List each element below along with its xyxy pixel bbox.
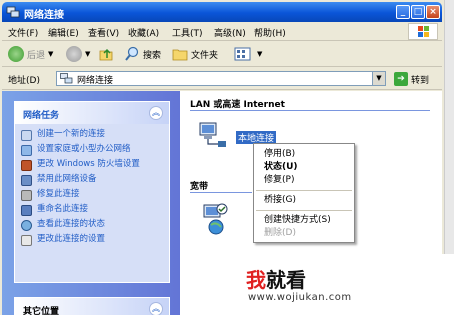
task-label: 查看此连接的状态	[37, 219, 106, 229]
menu-edit[interactable]: 编辑(E)	[48, 26, 79, 39]
menu-bar: 文件(F) 编辑(E) 查看(V) 收藏(A) 工具(T) 高级(N) 帮助(H…	[2, 22, 442, 41]
menu-item-disable[interactable]: 停用(B)	[254, 148, 354, 161]
watermark: 我就看 www.wojiukan.com	[246, 254, 454, 315]
task-repair-connection[interactable]: 修复此连接	[15, 187, 169, 202]
task-firewall-settings[interactable]: 更改 Windows 防火墙设置	[15, 157, 169, 172]
search-button[interactable]: 搜索	[124, 46, 161, 62]
up-folder-button[interactable]	[98, 46, 114, 62]
window-title: 网络连接	[24, 10, 64, 21]
context-menu: 停用(B) 状态(U) 修复(P) 桥接(G) 创建快捷方式(S) 删除(D)	[253, 143, 355, 243]
views-button[interactable]: ▼	[234, 46, 262, 62]
menu-item-repair[interactable]: 修复(P)	[254, 174, 354, 187]
up-folder-icon	[99, 48, 113, 61]
task-list: 创建一个新的连接 设置家庭或小型办公网络 更改 Windows 防火墙设置 禁用…	[15, 124, 169, 247]
menu-tools[interactable]: 工具(T)	[172, 26, 203, 39]
forward-button[interactable]: ▼	[66, 46, 90, 62]
close-button[interactable]: ×	[426, 5, 440, 19]
maximize-button[interactable]: □	[411, 5, 425, 19]
repair-wrench-icon	[21, 190, 32, 201]
search-icon	[125, 46, 139, 61]
menu-separator	[256, 210, 352, 211]
network-tasks-title: 网络任务	[23, 111, 60, 121]
task-label: 设置家庭或小型办公网络	[37, 144, 131, 154]
watermark-url: www.wojiukan.com	[248, 292, 352, 303]
back-button[interactable]: 后退 ▼	[8, 46, 53, 62]
task-label: 更改 Windows 防火墙设置	[37, 159, 140, 169]
group-broadband-heading: 宽带	[190, 182, 209, 192]
task-change-settings[interactable]: 更改此连接的设置	[15, 232, 169, 247]
group-divider	[190, 110, 430, 111]
address-input[interactable]: 网络连接 ▼	[56, 71, 386, 86]
back-label: 后退	[27, 50, 46, 61]
other-places-title: 其它位置	[23, 307, 60, 315]
broadband-connection-icon[interactable]	[200, 201, 234, 237]
windows-logo-icon	[408, 23, 438, 40]
task-disable-device[interactable]: 禁用此网络设备	[15, 172, 169, 187]
folders-button[interactable]: 文件夹	[172, 46, 218, 62]
collapse-chevron-icon[interactable]: ︽	[149, 302, 163, 315]
other-places-panel: 其它位置 ︽	[14, 297, 170, 315]
settings-icon	[21, 235, 32, 246]
watermark-brand-b: 就看	[266, 268, 306, 292]
menu-item-create-shortcut[interactable]: 创建快捷方式(S)	[254, 214, 354, 227]
menu-view[interactable]: 查看(V)	[88, 26, 119, 39]
menu-item-delete: 删除(D)	[264, 228, 296, 238]
menu-help[interactable]: 帮助(H)	[254, 26, 286, 39]
go-arrow-icon: ➔	[394, 72, 408, 86]
network-tasks-header[interactable]: 网络任务 ︽	[15, 102, 169, 124]
watermark-brand-a: 我	[246, 268, 266, 292]
menu-separator	[256, 190, 352, 191]
menu-file[interactable]: 文件(F)	[8, 26, 38, 39]
chevron-down-icon: ▼	[48, 50, 54, 58]
search-label: 搜索	[143, 50, 162, 61]
address-bar: 地址(D) 网络连接 ▼ ➔ 转到	[2, 68, 442, 90]
task-pane: 网络任务 ︽ 创建一个新的连接 设置家庭或小型办公网络 更改 Windows 防…	[2, 91, 180, 315]
address-label: 地址(D)	[8, 76, 40, 86]
chevron-down-icon: ▼	[85, 50, 91, 58]
address-value: 网络连接	[77, 76, 114, 86]
address-dropdown-button[interactable]: ▼	[372, 72, 385, 85]
explorer-window: 网络连接 _ □ × 文件(F) 编辑(E) 查看(V) 收藏(A) 工具(T)…	[0, 0, 454, 315]
task-label: 修复此连接	[37, 189, 80, 199]
minimize-button[interactable]: _	[396, 5, 410, 19]
task-create-connection[interactable]: 创建一个新的连接	[15, 127, 169, 142]
network-tasks-panel: 网络任务 ︽ 创建一个新的连接 设置家庭或小型办公网络 更改 Windows 防…	[14, 101, 170, 283]
go-label: 转到	[411, 75, 430, 86]
watermark-brand: 我就看	[246, 264, 306, 293]
chevron-down-icon: ▼	[257, 50, 263, 58]
group-divider	[190, 192, 252, 193]
home-network-icon	[21, 145, 32, 156]
task-view-status[interactable]: 查看此连接的状态	[15, 217, 169, 232]
folders-label: 文件夹	[191, 50, 219, 61]
group-lan-heading: LAN 或高速 Internet	[190, 100, 285, 110]
other-places-header[interactable]: 其它位置 ︽	[15, 298, 169, 315]
menu-item-status[interactable]: 状态(U)	[254, 161, 354, 174]
network-connections-icon	[6, 6, 20, 18]
local-connection-icon[interactable]	[198, 119, 228, 149]
menu-advanced[interactable]: 高级(N)	[214, 26, 246, 39]
disable-device-icon	[21, 175, 32, 186]
go-button[interactable]: ➔ 转到	[394, 72, 429, 86]
menu-item-bridge[interactable]: 桥接(G)	[254, 194, 354, 207]
back-arrow-icon	[8, 46, 24, 62]
task-label: 更改此连接的设置	[37, 234, 106, 244]
task-label: 创建一个新的连接	[37, 129, 106, 139]
views-icon	[234, 47, 251, 61]
menu-favorites[interactable]: 收藏(A)	[128, 26, 159, 39]
network-connections-icon	[60, 73, 73, 84]
task-setup-home-network[interactable]: 设置家庭或小型办公网络	[15, 142, 169, 157]
collapse-chevron-icon[interactable]: ︽	[149, 106, 163, 120]
forward-arrow-icon	[66, 46, 82, 62]
toolbar: 后退 ▼ ▼ 搜索 文件夹 ▼	[2, 42, 442, 67]
task-rename-connection[interactable]: 重命名此连接	[15, 202, 169, 217]
task-label: 重命名此连接	[37, 204, 89, 214]
rename-icon	[21, 205, 32, 216]
folder-icon	[172, 49, 188, 61]
new-connection-icon	[21, 130, 32, 141]
firewall-icon	[21, 160, 32, 171]
title-bar[interactable]: 网络连接 _ □ ×	[2, 2, 442, 22]
task-label: 禁用此网络设备	[37, 174, 97, 184]
status-icon	[21, 220, 32, 231]
